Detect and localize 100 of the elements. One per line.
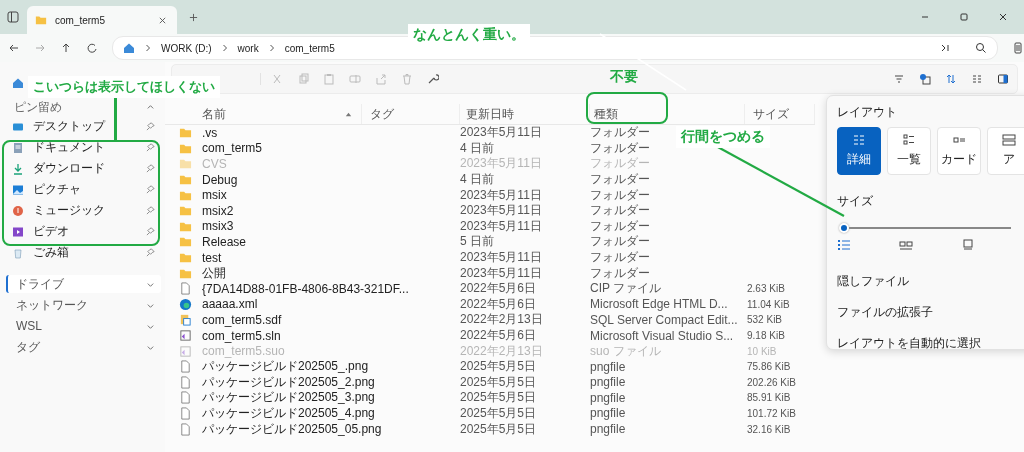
close-icon[interactable] [998,12,1008,22]
details-pane-icon[interactable] [997,73,1009,85]
column-header[interactable]: 種類 [594,105,618,123]
file-name: {7DA14D88-01FB-4806-8B43-321DF... [202,281,410,296]
wrench-icon[interactable] [427,73,439,85]
paste-icon[interactable] [323,73,335,85]
file-row[interactable]: パッケージビルド202505_.png 2025年5月5日 pngfile 75.86 KiB [165,358,817,375]
file-name: パッケージビルド202505_05.png [202,420,383,438]
modified-date: 5 日前 [460,233,495,251]
music-icon [12,204,24,217]
pin-icon[interactable] [146,185,155,194]
pin-icon[interactable] [146,143,155,152]
file-row[interactable]: msix2 2023年5月11日 フォルダー [165,202,650,219]
share-icon[interactable] [375,73,387,85]
file-type: pngfile [590,422,626,437]
size-label: サイズ [837,193,873,210]
solution-icon [179,344,192,358]
file-row[interactable]: msix 2023年5月11日 フォルダー [165,187,650,203]
pin-icon[interactable] [146,164,155,173]
file-row[interactable]: パッケージビルド202505_4.png 2025年5月5日 pngfile 101.72 KiB [165,405,817,422]
filter-icon[interactable] [893,73,905,85]
file-row[interactable]: {7DA14D88-01FB-4806-8B43-321DF... 2022年5月6日 CIP ファイル 2.63 KiB [165,280,817,297]
sidebar-item[interactable]: ビデオ [6,221,161,242]
forward-arrow-icon[interactable] [34,42,46,54]
back-arrow-icon[interactable] [8,42,20,54]
sidebar-item[interactable]: ドキュメント [6,137,161,158]
column-header[interactable]: サイズ [753,105,789,123]
folder-icon [179,157,192,171]
layout-option[interactable]: 一覧 [887,127,931,175]
file-row[interactable]: msix3 2023年5月11日 フォルダー [165,218,650,235]
sidebar-item[interactable]: ダウンロード [6,158,161,179]
pin-icon[interactable] [146,248,155,257]
column-header[interactable]: 更新日時 [466,105,514,123]
sidebar-item[interactable]: ミュージック [6,200,161,221]
menu-item[interactable]: レイアウトを自動的に選択 [837,329,981,360]
modified-date: 2023年5月11日 [460,264,543,282]
pin-icon[interactable] [146,122,155,131]
collapse-icon[interactable] [146,102,155,112]
file-row[interactable]: パッケージビルド202505_05.png 2025年5月5日 pngfile 32.16 KiB [165,421,817,437]
sidebar-item[interactable]: ピクチャ [6,179,161,200]
sidebar-section[interactable]: ネットワーク [6,296,161,314]
file-row[interactable]: test 2023年5月11日 フォルダー [165,249,650,266]
list-view-icon [902,134,916,146]
file-row[interactable]: パッケージビルド202505_3.png 2025年5月5日 pngfile 85.91 KiB [165,390,817,406]
file-row[interactable]: com_term5.sdf 2022年2月13日 SQL Server Compact Edit... 532 KiB [165,312,817,328]
modified-date: 2023年5月11日 [460,155,543,173]
folder-icon [179,235,192,249]
file-row[interactable]: パッケージビルド202505_2.png 2025年5月5日 pngfile 202.26 KiB [165,374,817,391]
file-row[interactable]: 公開 2023年5月11日 フォルダー [165,265,650,281]
new-tab-icon[interactable] [189,12,198,22]
file-row[interactable]: Debug 4 日前 フォルダー [165,171,650,188]
up-arrow-icon[interactable] [60,42,72,54]
menu-item[interactable]: 隠しファイル [837,267,909,298]
sidebar-item[interactable]: デスクトップ [6,116,161,137]
sidebar-section[interactable]: WSL [6,317,161,335]
window-tab[interactable]: com_term5 [27,6,177,34]
folder-icon [179,204,192,218]
tab-overview-icon[interactable] [7,11,19,23]
home-icon [123,42,135,54]
pin-icon[interactable] [146,227,155,236]
layout-option[interactable]: 詳細 [837,127,881,175]
flyout-heading: レイアウト [837,104,897,121]
view-icon[interactable] [971,73,983,85]
folder-icon [179,126,192,140]
check-image-icon[interactable] [919,73,931,85]
file-row[interactable]: aaaaa.xml 2022年5月6日 Microsoft Edge HTML D... 11.04 KiB [165,296,817,313]
modified-date: 2023年5月11日 [460,186,543,204]
expand-icon[interactable] [939,42,951,54]
layout-option[interactable]: ア [987,127,1024,175]
column-header[interactable]: 名前 [202,105,226,123]
sidebar-item[interactable]: ごみ箱 [6,242,161,263]
menu-item[interactable]: ファイルの拡張子 [837,298,933,329]
file-row[interactable]: com_term5 4 日前 フォルダー [165,140,650,157]
browser-icon [179,297,192,311]
modified-date: 2025年5月5日 [460,389,538,407]
sidebar-section[interactable]: タグ [6,338,161,356]
breadcrumb-item[interactable]: WORK (D:) [161,42,212,54]
sort-icon[interactable] [945,73,957,85]
pin-icon[interactable] [146,206,155,215]
slider-thumb[interactable] [839,223,849,233]
close-icon[interactable] [158,15,167,25]
maximize-icon[interactable] [959,12,969,22]
file-row[interactable]: .vs 2023年5月11日 フォルダー [165,125,650,141]
database-icon [179,313,192,327]
breadcrumb-item[interactable]: com_term5 [284,42,335,54]
file-row[interactable]: com_term5.sln 2022年5月6日 Microsoft Visual Studio S... 9.18 KiB [165,327,817,344]
column-header[interactable]: タグ [370,105,394,123]
chevron-icon [268,43,275,53]
search-icon[interactable] [975,42,987,54]
video-icon [12,225,24,238]
sidebar-section[interactable]: ドライブ [6,275,161,293]
refresh-icon[interactable] [86,42,98,54]
file-type: フォルダー [590,140,650,155]
notepad-icon[interactable] [1012,42,1024,54]
layout-option[interactable]: カード [937,127,981,175]
delete-icon[interactable] [401,73,413,85]
file-name: パッケージビルド202505_.png [202,358,370,376]
file-row[interactable]: Release 5 日前 フォルダー [165,234,650,250]
home-icon[interactable] [12,77,24,89]
breadcrumb-item[interactable]: work [237,42,259,54]
